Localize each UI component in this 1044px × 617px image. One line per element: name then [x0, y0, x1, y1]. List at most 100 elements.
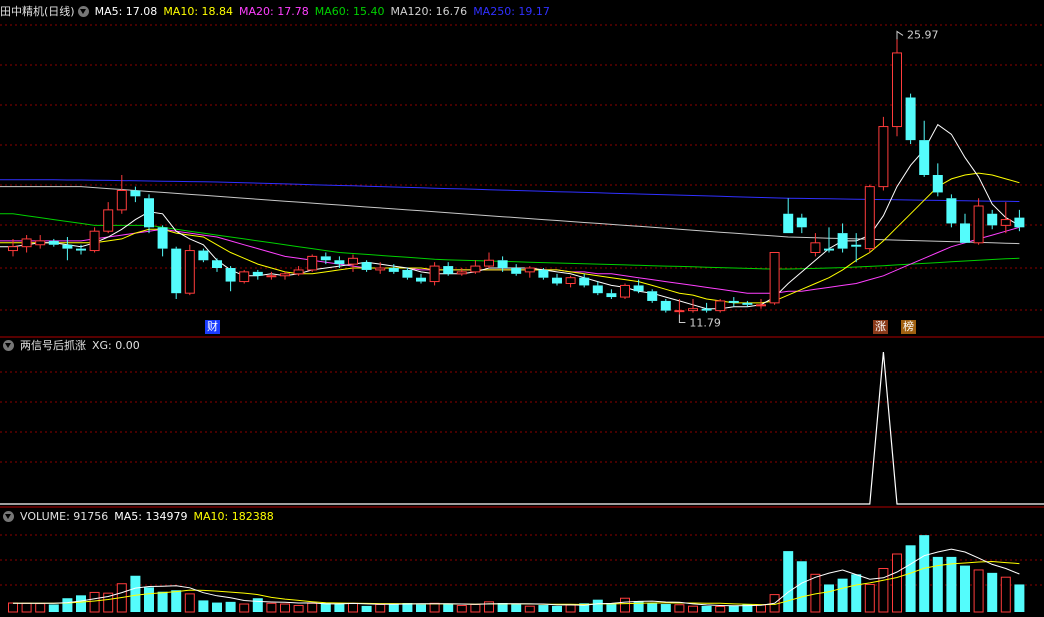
volume-bars	[8, 535, 1025, 613]
volume-bar-down	[538, 605, 549, 612]
candle-body-up	[756, 304, 766, 307]
volume-bar-up	[184, 593, 195, 613]
candle	[416, 273, 426, 284]
tag-limit-up[interactable]: 涨	[873, 320, 888, 334]
volume-bar-down	[144, 587, 154, 612]
candle-body-up	[620, 284, 630, 298]
volume-bar-up	[715, 605, 726, 613]
candle	[48, 238, 59, 247]
candle	[892, 39, 902, 137]
candle-body-up	[769, 252, 780, 304]
dropdown-icon[interactable]	[77, 6, 89, 17]
candle-body-down	[198, 250, 209, 261]
candle	[552, 273, 562, 286]
candle-body-up	[1000, 219, 1011, 226]
volume-bar-up	[973, 569, 984, 613]
candle-body-down	[606, 293, 617, 298]
candle-body-down	[511, 268, 522, 274]
dropdown-icon[interactable]	[3, 340, 14, 351]
candle	[878, 116, 889, 191]
candle	[184, 244, 195, 296]
candle	[484, 252, 494, 268]
candle-body-up	[484, 259, 494, 267]
indicator-title: 两信号后抓涨	[20, 339, 86, 352]
volume-bar-down	[946, 556, 957, 612]
candle	[783, 198, 794, 234]
candle	[592, 281, 603, 296]
vol-ma10-readout: MA10: 182388	[193, 510, 274, 523]
indicator-line	[0, 351, 1044, 505]
volume-bar-down	[157, 591, 168, 612]
volume-bar-up	[892, 553, 902, 613]
volume-bar-down	[416, 604, 426, 612]
candle-body-down	[905, 97, 916, 141]
candle	[198, 248, 209, 263]
volume-bar-down	[837, 578, 848, 612]
candle-body-down	[742, 302, 753, 305]
tag-financial[interactable]: 财	[205, 320, 220, 334]
low-price-label: 11.79	[689, 317, 721, 330]
volume-bar-up	[1000, 576, 1011, 613]
volume-bar-up	[864, 583, 875, 613]
candle	[456, 268, 467, 276]
volume-bar-up	[89, 591, 100, 613]
volume-bar-down	[919, 535, 930, 612]
volume-bar-up	[8, 602, 18, 613]
xg-readout: XG: 0.00	[92, 339, 140, 352]
candle-body-up	[674, 310, 685, 313]
candle-body-down	[824, 248, 834, 251]
candle-body-down	[388, 268, 399, 272]
volume-bar-up	[688, 605, 698, 613]
candle-body-up	[21, 238, 32, 248]
ma5-readout: MA5: 17.08	[94, 5, 158, 18]
candlesticks	[8, 39, 1025, 315]
volume-bar-up	[674, 604, 685, 613]
candle	[402, 268, 413, 280]
volume-header: VOLUME: 91756 MA5: 134979 MA10: 182388	[0, 509, 280, 525]
candle-body-down	[579, 277, 590, 286]
candle	[647, 289, 658, 303]
volume-bar-down	[606, 603, 617, 612]
candle-body-up	[89, 230, 100, 252]
candle	[280, 271, 290, 280]
candle-body-up	[184, 250, 195, 294]
candle-body-up	[8, 246, 18, 252]
candle	[225, 266, 236, 292]
volume-bar-down	[48, 604, 59, 612]
tag-ranking[interactable]: 榜	[901, 320, 916, 334]
candle-body-down	[62, 244, 73, 249]
volume-bar-down	[171, 590, 182, 612]
indicator-header: 两信号后抓涨 XG: 0.00	[0, 338, 146, 354]
volume-bar-down	[1014, 584, 1025, 612]
candle	[21, 235, 32, 253]
main-chart-header: 田中精机(日线) MA5: 17.08 MA10: 18.84 MA20: 17.78…	[0, 4, 556, 20]
volume-bar-down	[660, 604, 671, 612]
candle-body-down	[592, 285, 603, 294]
candle	[824, 227, 834, 253]
candle-body-down	[783, 213, 794, 234]
volume-bar-down	[511, 604, 522, 612]
candle-body-up	[688, 308, 698, 312]
volume-bar-up	[266, 602, 277, 613]
candle	[266, 271, 277, 280]
candle-body-down	[443, 266, 454, 274]
candle	[946, 194, 957, 228]
volume-bar-down	[824, 584, 834, 612]
candle	[810, 233, 821, 257]
volume-bar-up	[375, 603, 386, 613]
candle-body-down	[538, 269, 549, 278]
candle-body-down	[796, 217, 807, 228]
candle-body-down	[225, 268, 236, 282]
xg-signal-line	[0, 351, 1044, 505]
candle-body-down	[728, 300, 739, 303]
candle	[837, 223, 848, 253]
candle	[348, 254, 358, 272]
candle-body-down	[837, 233, 848, 249]
candle-body-up	[973, 205, 984, 244]
dropdown-icon[interactable]	[3, 511, 14, 522]
candle-body-up	[35, 240, 46, 246]
ma60-readout: MA60: 15.40	[314, 5, 385, 18]
candle-body-down	[402, 269, 413, 278]
volume-readout: VOLUME: 91756	[20, 510, 109, 523]
volume-bar-up	[878, 568, 889, 613]
